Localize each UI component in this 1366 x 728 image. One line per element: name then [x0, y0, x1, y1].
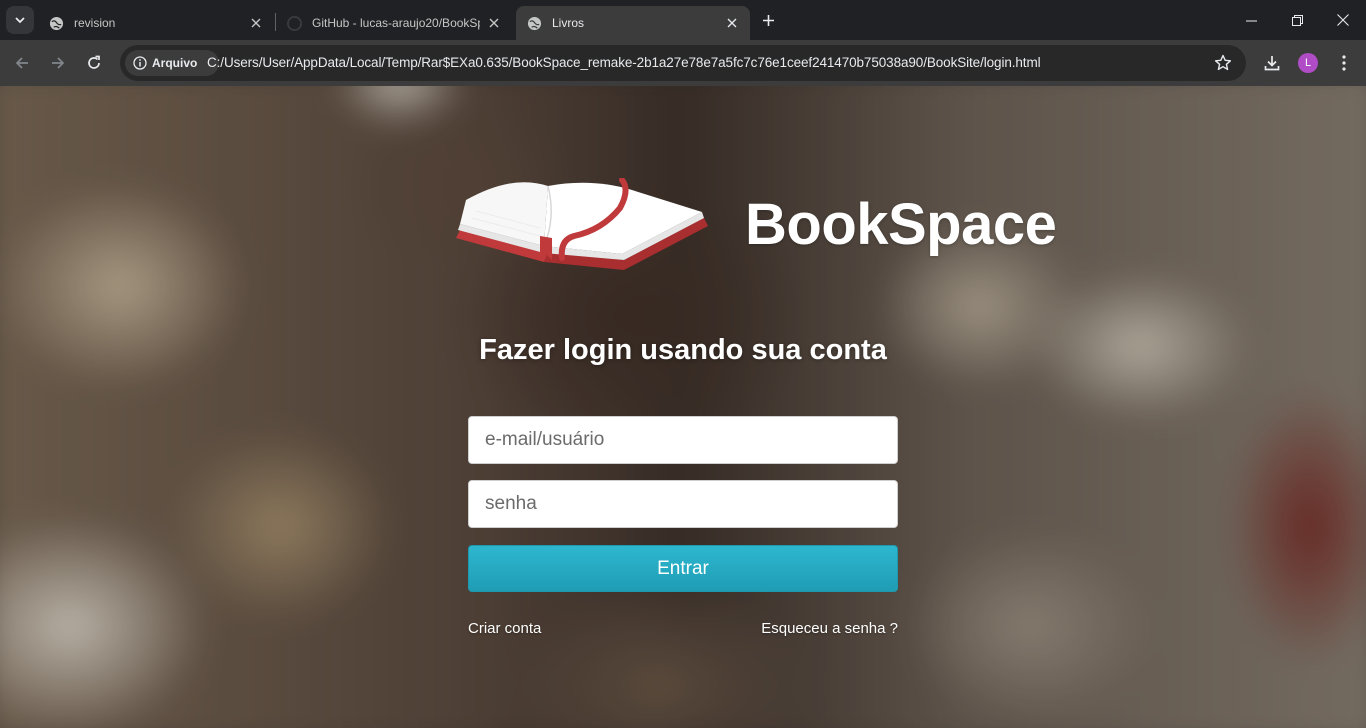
tab-title: revision [74, 16, 116, 30]
page-viewport: BookSpace Fazer login usando sua conta E… [0, 86, 1366, 728]
brand-name: BookSpace [745, 192, 1057, 257]
globe-icon [48, 15, 64, 31]
chevron-down-icon [15, 17, 25, 24]
reload-button[interactable] [80, 49, 108, 77]
tab-title: Livros [552, 16, 585, 30]
minimize-button[interactable] [1228, 0, 1274, 40]
login-button[interactable]: Entrar [468, 545, 898, 592]
forward-button[interactable] [44, 49, 72, 77]
tab-github[interactable]: GitHub - lucas-araujo20/BookSpace [276, 6, 512, 40]
site-info-chip[interactable]: Arquivo [125, 50, 219, 76]
scheme-label: Arquivo [152, 56, 198, 70]
tab-search-button[interactable] [6, 6, 34, 34]
close-window-button[interactable] [1320, 0, 1366, 40]
restore-icon [1291, 14, 1303, 26]
arrow-left-icon [15, 57, 28, 69]
restore-button[interactable] [1274, 0, 1320, 40]
github-icon [286, 15, 302, 31]
password-input[interactable] [468, 480, 898, 528]
close-icon[interactable] [486, 15, 502, 31]
tab-title: GitHub - lucas-araujo20/BookSpace [312, 16, 480, 30]
download-icon [1264, 56, 1280, 71]
tab-livros[interactable]: Livros [516, 6, 750, 40]
create-account-link[interactable]: Criar conta [468, 620, 541, 637]
page-title: Fazer login usando sua conta [479, 334, 887, 366]
reload-icon [88, 55, 100, 69]
more-vertical-icon [1342, 55, 1346, 71]
profile-button[interactable]: L [1294, 49, 1322, 77]
address-bar[interactable]: Arquivo C:/Users/User/AppData/Local/Temp… [120, 45, 1246, 81]
new-tab-button[interactable] [756, 8, 780, 32]
arrow-right-icon [52, 57, 65, 69]
minimize-icon [1245, 20, 1257, 21]
close-icon[interactable] [248, 15, 264, 31]
email-input[interactable] [468, 416, 898, 464]
url-text[interactable]: C:/Users/User/AppData/Local/Temp/Rar$EXa… [207, 55, 1041, 70]
plus-icon [762, 14, 774, 26]
bookmark-star-icon[interactable] [1214, 54, 1232, 72]
avatar: L [1298, 53, 1318, 73]
info-icon [133, 56, 147, 70]
downloads-button[interactable] [1258, 49, 1286, 77]
close-icon [1337, 14, 1349, 26]
browser-tabstrip: revision GitHub - lucas-araujo20/BookSpa… [0, 0, 1366, 40]
menu-button[interactable] [1330, 49, 1358, 77]
forgot-password-link[interactable]: Esqueceu a senha ? [761, 620, 898, 637]
browser-toolbar: Arquivo C:/Users/User/AppData/Local/Temp… [0, 40, 1366, 86]
close-icon[interactable] [724, 15, 740, 31]
back-button[interactable] [8, 49, 36, 77]
globe-icon [526, 15, 542, 31]
open-book-logo-icon [456, 178, 708, 270]
tab-revision[interactable]: revision [38, 6, 274, 40]
